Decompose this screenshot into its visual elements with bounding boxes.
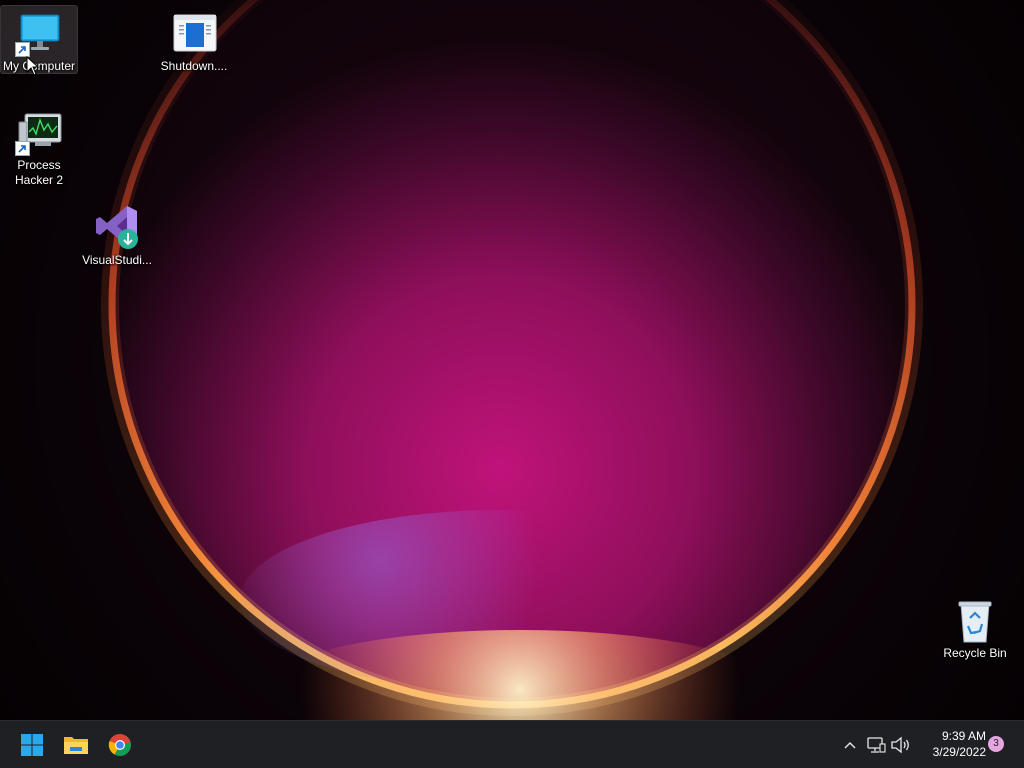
clock-time: 9:39 AM: [941, 729, 986, 743]
volume-icon[interactable]: [890, 735, 912, 755]
windows-start-icon: [21, 734, 43, 756]
wallpaper: [0, 0, 1024, 720]
chrome-icon: [108, 733, 131, 756]
clock[interactable]: 9:39 AM 3/29/2022: [920, 728, 986, 760]
recycle-bin-icon: [951, 596, 999, 644]
visual-studio-installer-icon: [93, 203, 141, 251]
desktop-icon-recycle-bin[interactable]: Recycle Bin: [936, 592, 1014, 663]
network-icon[interactable]: [866, 735, 886, 755]
desktop-icon-shutdown[interactable]: Shutdown....: [155, 5, 233, 76]
process-monitor-icon: [15, 108, 63, 156]
folder-icon: [64, 737, 88, 754]
taskbar: 9:39 AM 3/29/2022: [0, 720, 1024, 768]
start-button[interactable]: [12, 725, 52, 765]
desktop-icon-label: Recycle Bin: [943, 646, 1007, 660]
desktop[interactable]: My Computer Shutdown.... Process Hacker …: [0, 0, 1024, 720]
shortcut-arrow-icon: [15, 42, 30, 57]
desktop-icon-visual-studio-installer[interactable]: VisualStudi...: [78, 199, 156, 270]
shortcut-arrow-icon: [15, 141, 30, 156]
taskbar-chrome-button[interactable]: [100, 725, 140, 765]
monitor-icon: [15, 9, 63, 57]
mouse-cursor-icon: [26, 56, 40, 76]
desktop-icon-label: Process Hacker 2: [14, 158, 64, 187]
taskbar-file-explorer-button[interactable]: [56, 725, 96, 765]
clock-date: 3/29/2022: [932, 745, 986, 759]
chevron-up-icon[interactable]: [840, 735, 860, 755]
desktop-icon-process-hacker[interactable]: Process Hacker 2: [0, 104, 78, 190]
window-icon: [170, 9, 218, 57]
desktop-icon-label: Shutdown....: [160, 59, 228, 73]
notification-badge[interactable]: 3: [988, 736, 1004, 752]
desktop-icon-label: VisualStudi...: [82, 253, 152, 267]
